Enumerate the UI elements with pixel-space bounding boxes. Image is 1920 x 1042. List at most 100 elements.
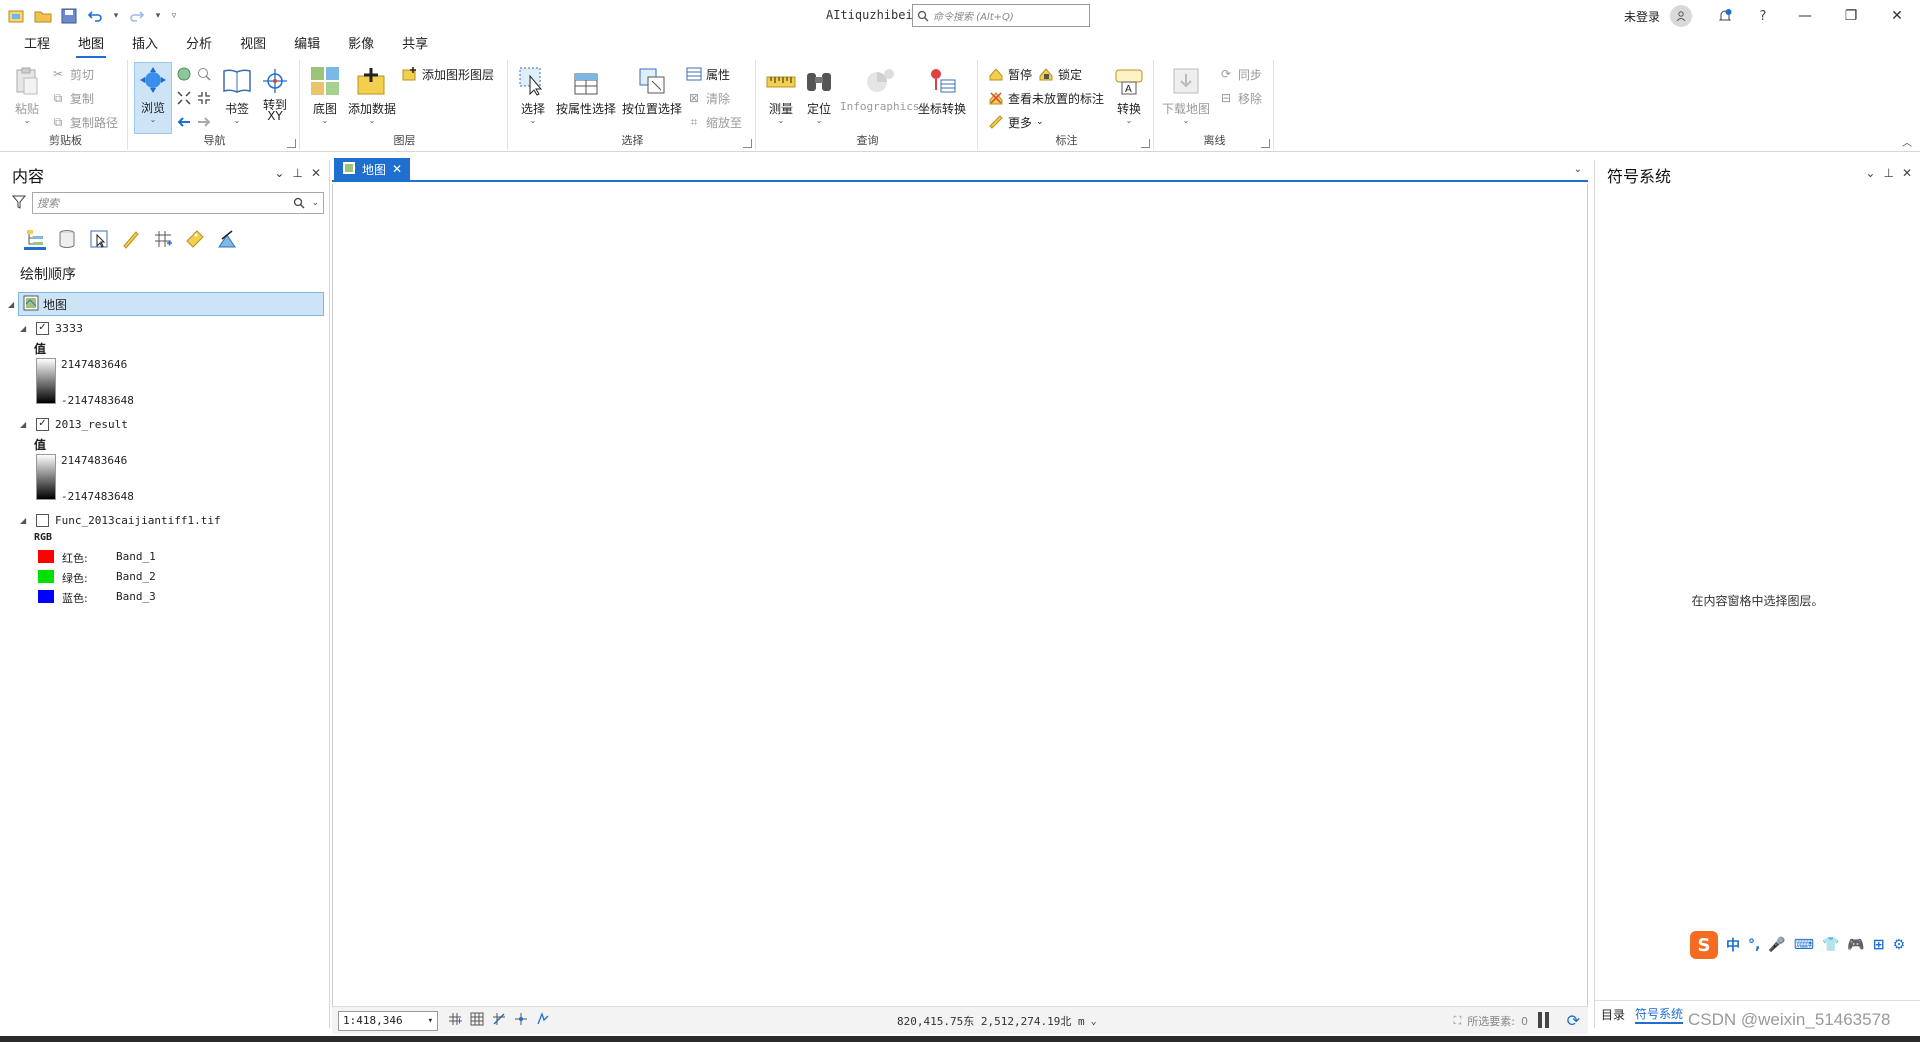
attributes-button[interactable]: 属性 — [686, 64, 730, 84]
minimize-icon[interactable]: — — [1782, 0, 1828, 32]
add-graphics-layer-button[interactable]: 添加图形图层 — [402, 64, 494, 84]
close-pane-icon[interactable]: ✕ — [1902, 166, 1912, 180]
help-icon[interactable]: ? — [1744, 0, 1782, 32]
sync-button[interactable]: ⟳ 同步 — [1218, 64, 1262, 84]
correction-icon[interactable] — [536, 1012, 550, 1029]
pane-options-icon[interactable]: ⌄ — [274, 166, 284, 180]
navigate-launcher-icon[interactable] — [287, 139, 296, 148]
convert-labels-button[interactable]: A 转换 ⌄ — [1112, 64, 1146, 125]
pause-drawing-icon[interactable] — [1538, 1012, 1552, 1028]
fixed-zoom-icon[interactable] — [196, 66, 212, 82]
layer-expander-icon[interactable]: ◢ — [20, 516, 30, 525]
search-dropdown-icon[interactable]: ⌄ — [311, 198, 319, 208]
refresh-icon[interactable]: ⟳ — [1567, 1011, 1580, 1030]
tab-view[interactable]: 视图 — [226, 34, 280, 58]
list-by-editing-icon[interactable] — [120, 228, 142, 250]
notifications-icon[interactable] — [1706, 0, 1744, 32]
save-project-icon[interactable] — [58, 5, 80, 27]
tab-share[interactable]: 共享 — [388, 34, 442, 58]
zoom-arrows-button[interactable] — [176, 88, 212, 108]
goto-xy-button[interactable]: 转到 XY — [258, 64, 292, 122]
collapse-ribbon-icon[interactable]: ︿ — [1902, 134, 1912, 149]
locate-button[interactable]: 定位 ⌄ — [802, 64, 836, 125]
selected-features-indicator[interactable]: ⛶ 所选要素: 0 — [1454, 1013, 1528, 1029]
select-button[interactable]: 选择 ⌄ — [516, 64, 550, 125]
tab-symbology[interactable]: 符号系统 — [1635, 1005, 1684, 1024]
labeling-launcher-icon[interactable] — [1141, 139, 1150, 148]
selection-launcher-icon[interactable] — [743, 139, 752, 148]
filter-icon[interactable] — [11, 195, 27, 212]
clear-selection-button[interactable]: ⊠ 清除 — [686, 88, 730, 108]
list-by-data-source-icon[interactable] — [56, 228, 78, 250]
list-by-selection-icon[interactable] — [88, 228, 110, 250]
tab-catalog[interactable]: 目录 — [1601, 1006, 1625, 1023]
next-extent-icon[interactable] — [196, 114, 212, 130]
undo-icon[interactable] — [84, 5, 106, 27]
list-by-drawing-order-icon[interactable] — [24, 228, 46, 250]
basemap-button[interactable]: 底图 ⌄ — [308, 64, 342, 125]
offline-launcher-icon[interactable] — [1261, 139, 1270, 148]
list-by-snapping-icon[interactable] — [152, 228, 174, 250]
coordinate-conversion-button[interactable]: 坐标转换 — [918, 64, 966, 117]
close-pane-icon[interactable]: ✕ — [311, 166, 321, 180]
pin-icon[interactable]: ⊥ — [1883, 166, 1893, 180]
remove-offline-button[interactable]: ⊟ 移除 — [1218, 88, 1262, 108]
full-extent-button[interactable] — [176, 64, 212, 84]
grid-icon[interactable] — [448, 1012, 462, 1029]
zoom-out-arrows-icon[interactable] — [196, 90, 212, 106]
undo-dropdown-icon[interactable]: ▾ — [110, 5, 122, 27]
pane-options-icon[interactable]: ⌄ — [1865, 166, 1875, 180]
customize-qat-icon[interactable]: ▿ — [168, 5, 180, 27]
layer-expander-icon[interactable]: ◢ — [20, 324, 30, 333]
bookmarks-button[interactable]: 书签 ⌄ — [220, 64, 254, 125]
command-search-input[interactable]: 命令搜索 (Alt+Q) — [912, 4, 1090, 27]
copy-path-button[interactable]: ⧉ 复制路径 — [50, 112, 118, 132]
tab-edit[interactable]: 编辑 — [280, 34, 334, 58]
tree-layer-row[interactable]: ◢ ✓ 3333 — [20, 318, 83, 338]
layer-visibility-checkbox[interactable]: ✓ — [36, 417, 49, 431]
view-unplaced-labels-button[interactable]: 查看未放置的标注 — [988, 88, 1104, 108]
cut-button[interactable]: ✂ 剪切 — [50, 64, 94, 84]
download-map-button[interactable]: 下载地图 ⌄ — [1162, 64, 1210, 125]
tab-imagery[interactable]: 影像 — [334, 34, 388, 58]
pin-icon[interactable]: ⊥ — [292, 166, 302, 180]
ime-keyboard-icon[interactable]: ⌨ — [1794, 937, 1814, 953]
map-tabs-dropdown-icon[interactable]: ⌄ — [1574, 164, 1582, 175]
redo-dropdown-icon[interactable]: ▾ — [152, 5, 164, 27]
select-by-attributes-button[interactable]: 按属性选择 — [556, 64, 616, 117]
copy-button[interactable]: ⧉ 复制 — [50, 88, 94, 108]
new-project-icon[interactable] — [6, 5, 28, 27]
contents-search-input[interactable]: 搜索 ⌄ — [32, 192, 324, 214]
open-project-icon[interactable] — [32, 5, 54, 27]
tree-layer-row[interactable]: ◢ ✓ 2013_result — [20, 414, 128, 434]
pause-labeling-button[interactable]: 暂停 — [988, 64, 1032, 84]
paste-button[interactable]: 粘贴 ⌄ — [10, 64, 44, 125]
tree-map-item[interactable]: 地图 — [18, 292, 324, 316]
close-icon[interactable]: ✕ — [1874, 0, 1920, 32]
tab-analysis[interactable]: 分析 — [172, 34, 226, 58]
layer-visibility-checkbox[interactable] — [36, 513, 49, 527]
redo-icon[interactable] — [126, 5, 148, 27]
layer-visibility-checkbox[interactable]: ✓ — [36, 321, 49, 335]
crosshair-icon[interactable] — [514, 1012, 528, 1029]
tab-project[interactable]: 工程 — [10, 34, 64, 58]
explore-button[interactable]: 浏览 ⌄ — [134, 62, 172, 134]
ime-logo-icon[interactable]: S — [1690, 931, 1718, 959]
ime-game-icon[interactable]: 🎮 — [1847, 937, 1864, 953]
close-map-tab-icon[interactable]: ✕ — [392, 162, 402, 176]
tab-insert[interactable]: 插入 — [118, 34, 172, 58]
snapping-icon[interactable] — [492, 1012, 506, 1029]
add-data-button[interactable]: 添加数据 ⌄ — [348, 64, 396, 125]
table-grid-icon[interactable] — [470, 1012, 484, 1029]
ime-chinese-mode[interactable]: 中 — [1726, 935, 1740, 955]
login-status[interactable]: 未登录 — [1624, 8, 1660, 25]
ime-punctuation-icon[interactable]: °, — [1748, 937, 1760, 953]
map-canvas[interactable] — [332, 184, 1588, 1006]
user-avatar-icon[interactable] — [1670, 5, 1692, 27]
coordinate-units-dropdown-icon[interactable]: ⌄ — [1091, 1016, 1097, 1027]
map-scale-selector[interactable]: 1:418,346 ▾ — [338, 1010, 438, 1031]
tree-layer-row[interactable]: ◢ Func_2013caijiantiff1.tif — [20, 510, 221, 530]
select-by-location-button[interactable]: 按位置选择 — [622, 64, 682, 117]
ime-voice-icon[interactable]: 🎤 — [1768, 937, 1785, 953]
ime-settings-icon[interactable]: ⚙ — [1893, 937, 1906, 953]
